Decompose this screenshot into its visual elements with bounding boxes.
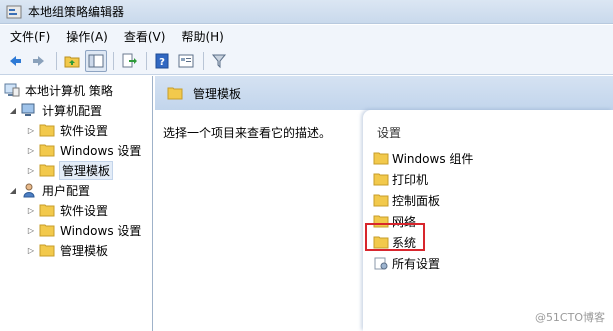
- tree-item-label: 管理模板: [58, 160, 114, 180]
- expand-arrow-icon[interactable]: ▷: [26, 146, 36, 155]
- computer-config-icon: [21, 103, 35, 116]
- folder-icon: [373, 173, 389, 186]
- properties-button[interactable]: [175, 50, 197, 72]
- details-header-title: 管理模板: [193, 86, 242, 101]
- tree-user-software[interactable]: ▷ 软件设置: [26, 200, 108, 220]
- tree-computer-software[interactable]: ▷ 软件设置: [26, 120, 108, 140]
- settings-list: 设置 Windows 组件 打印机 控制面板 网络 系统 所有设置: [363, 110, 613, 331]
- highlight-annotation-box: [365, 223, 425, 251]
- menu-view[interactable]: 查看(V): [118, 26, 172, 47]
- list-item-label: 打印机: [392, 172, 429, 187]
- export-list-icon: [122, 53, 137, 67]
- details-pane: 管理模板 选择一个项目来查看它的描述。 设置 Windows 组件 打印机 控制…: [155, 76, 613, 331]
- toolbar-separator: [56, 51, 57, 70]
- up-folder-icon: [64, 56, 80, 67]
- folder-icon: [39, 204, 55, 217]
- show-hide-tree-icon: [88, 54, 104, 67]
- tree-computer-windows[interactable]: ▷ Windows 设置: [26, 140, 141, 160]
- menu-action[interactable]: 操作(A): [60, 26, 114, 47]
- description-text: 选择一个项目来查看它的描述。: [163, 126, 332, 140]
- tree-user-config[interactable]: ◢ 用户配置: [8, 180, 90, 200]
- expand-arrow-icon[interactable]: ▷: [26, 206, 36, 215]
- filter-button[interactable]: [208, 50, 230, 72]
- tree-item-label: Windows 设置: [60, 223, 142, 238]
- list-item-label: 控制面板: [392, 193, 441, 208]
- folder-icon: [39, 144, 55, 157]
- list-item-printers[interactable]: 打印机: [373, 169, 428, 189]
- help-icon: ?: [155, 53, 169, 68]
- menu-file[interactable]: 文件(F): [4, 26, 56, 47]
- tree-user-windows[interactable]: ▷ Windows 设置: [26, 220, 141, 240]
- policy-computer-icon: [4, 83, 20, 97]
- toolbar-separator: [203, 51, 204, 70]
- expand-arrow-icon[interactable]: ▷: [26, 166, 36, 175]
- group-policy-app-icon: [6, 5, 22, 18]
- tree-item-label: Windows 设置: [60, 143, 142, 158]
- folder-icon: [373, 194, 389, 207]
- tree-computer-config[interactable]: ◢ 计算机配置: [8, 100, 102, 120]
- properties-icon: [178, 54, 194, 67]
- tree-root-label: 本地计算机 策略: [25, 83, 113, 98]
- help-button[interactable]: ?: [151, 50, 173, 72]
- list-item-label: 所有设置: [392, 256, 441, 271]
- list-item-label: Windows 组件: [392, 151, 474, 166]
- tree-computer-admin-templates[interactable]: ▷ 管理模板: [26, 160, 114, 180]
- back-button[interactable]: [4, 50, 26, 72]
- forward-icon: [33, 55, 44, 66]
- filter-icon: [211, 54, 227, 68]
- folder-icon: [39, 224, 55, 237]
- toolbar-separator: [113, 51, 114, 70]
- toolbar-separator: [146, 51, 147, 70]
- user-config-icon: [23, 183, 35, 198]
- toolbar: ?: [0, 47, 613, 75]
- list-item-all-settings[interactable]: 所有设置: [373, 253, 440, 273]
- folder-icon: [39, 164, 55, 177]
- folder-icon: [167, 87, 183, 100]
- list-item-control-panel[interactable]: 控制面板: [373, 190, 440, 210]
- folder-icon: [39, 124, 55, 137]
- tree-user-admin-templates[interactable]: ▷ 管理模板: [26, 240, 108, 260]
- tree-item-label: 软件设置: [60, 123, 109, 138]
- column-header-setting[interactable]: 设置: [377, 124, 401, 141]
- window-title: 本地组策略编辑器: [28, 5, 125, 19]
- tree-root[interactable]: 本地计算机 策略: [4, 80, 113, 100]
- tree-item-label: 管理模板: [60, 243, 109, 258]
- list-item-windows-components[interactable]: Windows 组件: [373, 148, 473, 168]
- collapse-arrow-icon[interactable]: ◢: [8, 186, 18, 195]
- expand-arrow-icon[interactable]: ▷: [26, 126, 36, 135]
- forward-button[interactable]: [28, 50, 50, 72]
- svg-text:?: ?: [159, 57, 165, 68]
- back-icon: [10, 55, 21, 66]
- watermark-text: @51CTO博客: [534, 311, 605, 324]
- expand-arrow-icon[interactable]: ▷: [26, 246, 36, 255]
- tree-pane: 本地计算机 策略 ◢ 计算机配置 ▷ 软件设置 ▷ Windows 设置 ▷ 管…: [0, 76, 153, 331]
- title-bar: 本地组策略编辑器: [0, 0, 613, 24]
- all-settings-icon: [374, 257, 388, 270]
- tree-computer-config-label: 计算机配置: [42, 103, 103, 118]
- export-list-button[interactable]: [118, 50, 140, 72]
- folder-icon: [373, 152, 389, 165]
- show-hide-tree-button[interactable]: [85, 49, 107, 72]
- collapse-arrow-icon[interactable]: ◢: [8, 106, 18, 115]
- up-folder-button[interactable]: [61, 50, 83, 72]
- folder-icon: [39, 244, 55, 257]
- menu-help[interactable]: 帮助(H): [175, 26, 229, 47]
- details-header: 管理模板: [155, 76, 613, 110]
- tree-user-config-label: 用户配置: [42, 183, 91, 198]
- expand-arrow-icon[interactable]: ▷: [26, 226, 36, 235]
- menu-bar: 文件(F) 操作(A) 查看(V) 帮助(H): [0, 25, 613, 47]
- tree-item-label: 软件设置: [60, 203, 109, 218]
